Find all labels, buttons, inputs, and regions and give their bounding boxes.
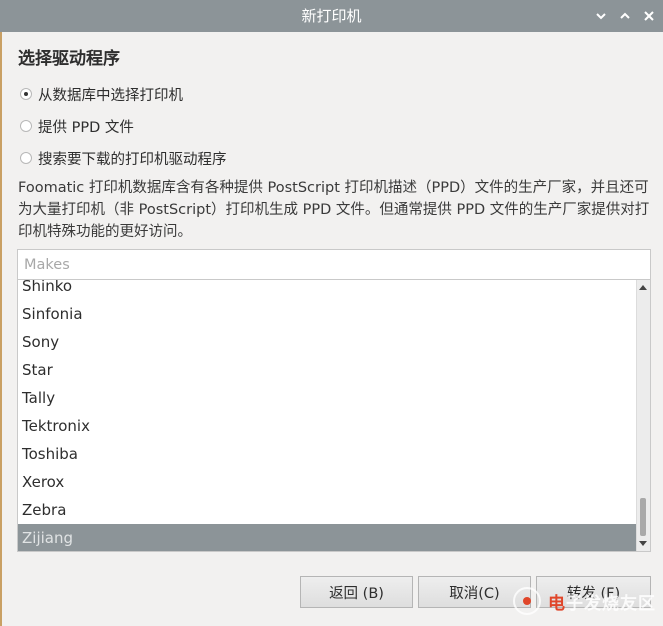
minimize-button[interactable] xyxy=(591,6,611,26)
watermark-logo-icon xyxy=(513,587,541,615)
makes-list[interactable]: Shinko Sinfonia Sony Star Tally Tektroni… xyxy=(17,280,651,552)
watermark-suffix: 区 xyxy=(638,593,656,614)
chevron-up-icon xyxy=(620,12,630,19)
title-bar[interactable]: 新打印机 xyxy=(0,0,663,32)
list-item[interactable]: Sony xyxy=(18,328,638,356)
list-item[interactable]: Toshiba xyxy=(18,440,638,468)
back-button[interactable]: 返回 (B) xyxy=(300,576,413,608)
scroll-up-icon[interactable] xyxy=(639,285,647,290)
description-text: Foomatic 打印机数据库含有各种提供 PostScript 打印机描述（P… xyxy=(18,180,650,240)
scroll-down-icon[interactable] xyxy=(639,541,647,546)
window-title: 新打印机 xyxy=(301,7,362,25)
option-provide-ppd[interactable]: 提供 PPD 文件 xyxy=(20,115,134,137)
chevron-down-icon xyxy=(596,13,606,20)
list-item[interactable]: Shinko xyxy=(18,280,638,300)
desktop-edge xyxy=(0,0,2,626)
list-item[interactable]: Zebra xyxy=(18,496,638,524)
list-item[interactable]: Tally xyxy=(18,384,638,412)
list-item[interactable]: Star xyxy=(18,356,638,384)
list-item-selected[interactable]: Zijiang xyxy=(18,524,638,551)
scroll-thumb[interactable] xyxy=(640,498,646,536)
vertical-scrollbar[interactable] xyxy=(636,280,650,551)
makes-search-input[interactable] xyxy=(17,249,651,280)
makes-list-items: Shinko Sinfonia Sony Star Tally Tektroni… xyxy=(18,280,638,551)
new-printer-dialog: 新打印机 选择驱动程序 从数据库中选择打印机 提供 PPD 文件 搜索要下载的打… xyxy=(0,0,663,626)
radio-button[interactable] xyxy=(20,88,32,100)
watermark-text-prefix: 电 xyxy=(548,593,566,614)
list-item[interactable]: Sinfonia xyxy=(18,300,638,328)
radio-button[interactable] xyxy=(20,152,32,164)
option-label: 搜索要下载的打印机驱动程序 xyxy=(38,151,227,168)
list-item[interactable]: Xerox xyxy=(18,468,638,496)
close-button[interactable] xyxy=(639,6,659,26)
radio-button[interactable] xyxy=(20,120,32,132)
option-label: 提供 PPD 文件 xyxy=(38,119,134,136)
option-label: 从数据库中选择打印机 xyxy=(38,87,183,104)
close-icon xyxy=(644,11,654,21)
option-search-driver[interactable]: 搜索要下载的打印机驱动程序 xyxy=(20,147,227,169)
watermark: 电 子发烧友 区 xyxy=(512,583,656,619)
watermark-text: 子发烧友 xyxy=(566,593,638,614)
section-title: 选择驱动程序 xyxy=(18,49,120,69)
list-item[interactable]: Tektronix xyxy=(18,412,638,440)
option-from-database[interactable]: 从数据库中选择打印机 xyxy=(20,83,183,105)
maximize-button[interactable] xyxy=(615,6,635,26)
